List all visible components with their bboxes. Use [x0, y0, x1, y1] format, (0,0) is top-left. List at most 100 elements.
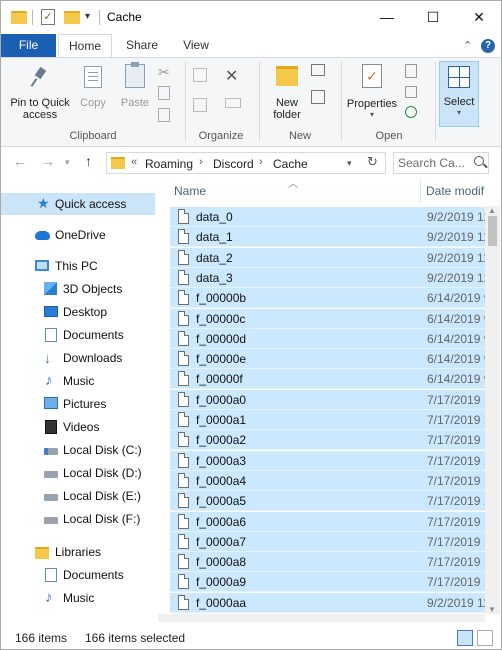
search-input[interactable] — [398, 156, 470, 170]
edit-icon[interactable] — [405, 86, 417, 98]
nav-downloads[interactable]: ↓ Downloads — [1, 347, 155, 369]
file-date: 9/2/2019 12 — [427, 270, 487, 285]
breadcrumb-roaming[interactable]: Roaming — [145, 157, 193, 171]
file-row[interactable]: f_00000b 6/14/2019 9 — [170, 288, 488, 309]
nav-label: Music — [63, 591, 95, 605]
file-row[interactable]: f_0000a0 7/17/2019 1 — [170, 389, 488, 410]
address-dropdown-icon[interactable]: ▾ — [347, 158, 352, 169]
horizontal-scrollbar[interactable] — [158, 614, 485, 622]
nav-documents[interactable]: Documents — [1, 324, 155, 346]
copy-button[interactable]: Copy — [77, 66, 109, 109]
breadcrumb-separator[interactable]: › — [199, 156, 203, 168]
pin-to-quick-access-button[interactable]: Pin to Quick access — [7, 66, 73, 121]
file-row[interactable]: f_00000f 6/14/2019 9 — [170, 369, 488, 390]
folder-icon — [111, 157, 125, 169]
file-row[interactable]: f_0000a2 7/17/2019 1 — [170, 430, 488, 451]
file-row[interactable]: data_2 9/2/2019 11 — [170, 247, 488, 268]
file-icon — [178, 493, 189, 509]
nav-label: Quick access — [55, 197, 127, 211]
scroll-up-icon[interactable]: ▲ — [488, 206, 496, 215]
move-to-icon[interactable] — [193, 68, 207, 82]
file-row[interactable]: data_3 9/2/2019 12 — [170, 267, 488, 288]
vertical-scrollbar[interactable]: ▲ ▼ — [485, 206, 500, 614]
nav-local-disk-c[interactable]: Local Disk (C:) — [1, 439, 155, 461]
nav-desktop[interactable]: Desktop — [1, 301, 155, 323]
nav-local-disk-d[interactable]: Local Disk (D:) — [1, 462, 155, 484]
close-button[interactable]: ✕ — [456, 1, 501, 33]
nav-local-disk-e[interactable]: Local Disk (E:) — [1, 485, 155, 507]
nav-pictures[interactable]: Pictures — [1, 393, 155, 415]
copy-to-icon[interactable] — [193, 98, 207, 112]
easy-access-icon[interactable] — [311, 90, 325, 104]
breadcrumb-separator[interactable]: › — [259, 156, 263, 168]
tab-view[interactable]: View — [171, 34, 221, 57]
nav-this-pc[interactable]: This PC — [1, 255, 155, 277]
cut-icon[interactable]: ✂ — [158, 64, 174, 80]
nav-label: Documents — [63, 568, 124, 582]
file-row[interactable]: f_00000d 6/14/2019 9 — [170, 328, 488, 349]
nav-library-documents[interactable]: Documents — [1, 564, 155, 586]
recent-locations-icon[interactable]: ▾ — [65, 157, 70, 168]
file-row[interactable]: data_1 9/2/2019 11 — [170, 227, 488, 248]
refresh-icon[interactable]: ↻ — [367, 154, 378, 170]
file-row[interactable]: f_0000a3 7/17/2019 1 — [170, 450, 488, 471]
file-row[interactable]: f_0000a1 7/17/2019 1 — [170, 410, 488, 430]
copy-path-icon[interactable] — [158, 86, 170, 100]
file-row[interactable]: f_0000a9 7/17/2019 1 — [170, 572, 488, 593]
column-header-name[interactable]: Name — [174, 184, 206, 198]
file-row[interactable]: f_0000a6 7/17/2019 1 — [170, 511, 488, 532]
scrollbar-thumb[interactable] — [488, 216, 497, 246]
details-view-icon[interactable] — [457, 630, 473, 646]
nav-local-disk-f[interactable]: Local Disk (F:) — [1, 508, 155, 530]
file-row[interactable]: f_0000a8 7/17/2019 1 — [170, 552, 488, 573]
tab-file[interactable]: File — [1, 34, 56, 57]
address-bar[interactable]: « Roaming › Discord › Cache ▾ ↻ — [106, 152, 386, 174]
file-row[interactable]: f_0000a5 7/17/2019 1 — [170, 491, 488, 512]
tab-share[interactable]: Share — [117, 34, 167, 57]
nav-videos[interactable]: Videos — [1, 416, 155, 438]
overflow-icon[interactable]: « — [131, 156, 137, 168]
properties-icon: ✓ — [362, 64, 382, 88]
column-header-date[interactable]: Date modif — [426, 184, 484, 198]
file-row[interactable]: f_0000aa 9/2/2019 11 — [170, 592, 488, 613]
nav-music[interactable]: ♪ Music — [1, 370, 155, 392]
new-item-icon[interactable] — [311, 64, 325, 76]
up-arrow-icon[interactable]: ↑ — [85, 153, 92, 169]
file-row[interactable]: f_00000e 6/14/2019 9 — [170, 349, 488, 370]
paste-button[interactable]: Paste — [117, 62, 153, 109]
scroll-down-icon[interactable]: ▼ — [488, 605, 496, 614]
nav-libraries[interactable]: Libraries — [1, 541, 155, 563]
file-row[interactable]: f_0000a7 7/17/2019 1 — [170, 531, 488, 552]
collapse-ribbon-icon[interactable]: ⌃ — [463, 39, 472, 52]
chevron-down-icon: ▾ — [456, 108, 461, 117]
paste-shortcut-icon[interactable] — [158, 108, 170, 122]
nav-library-music[interactable]: ♪ Music — [1, 587, 155, 609]
nav-onedrive[interactable]: OneDrive — [1, 224, 155, 246]
file-row[interactable]: f_00000c 6/14/2019 9 — [170, 308, 488, 329]
history-icon[interactable] — [405, 106, 417, 118]
select-button-content[interactable]: Select ▾ — [439, 66, 479, 117]
maximize-button[interactable]: ☐ — [410, 1, 456, 33]
file-date: 7/17/2019 1 — [427, 392, 487, 407]
breadcrumb-discord[interactable]: Discord — [213, 157, 254, 171]
nav-3d-objects[interactable]: 3D Objects — [1, 278, 155, 300]
large-icons-view-icon[interactable] — [477, 630, 493, 646]
open-icon[interactable] — [405, 64, 417, 78]
minimize-button[interactable]: — — [364, 1, 410, 33]
back-arrow-icon[interactable]: ← — [13, 153, 27, 169]
nav-quick-access[interactable]: ★ Quick access — [1, 193, 155, 215]
rename-icon[interactable] — [225, 98, 241, 108]
file-row[interactable]: data_0 9/2/2019 12 — [170, 207, 488, 227]
tab-home[interactable]: Home — [58, 34, 112, 58]
properties-button[interactable]: ✓ Properties ▾ — [345, 64, 399, 119]
search-box[interactable] — [393, 152, 489, 174]
new-folder-button[interactable]: New folder — [267, 66, 307, 121]
help-icon[interactable]: ? — [481, 39, 495, 53]
forward-arrow-icon[interactable]: → — [41, 153, 55, 169]
videos-icon — [45, 420, 57, 434]
properties-check-icon[interactable]: ✓ — [41, 9, 57, 25]
delete-icon[interactable]: ✕ — [225, 66, 241, 85]
breadcrumb-cache[interactable]: Cache — [273, 157, 308, 171]
new-folder-quick-icon[interactable] — [64, 9, 80, 25]
file-row[interactable]: f_0000a4 7/17/2019 1 — [170, 470, 488, 491]
